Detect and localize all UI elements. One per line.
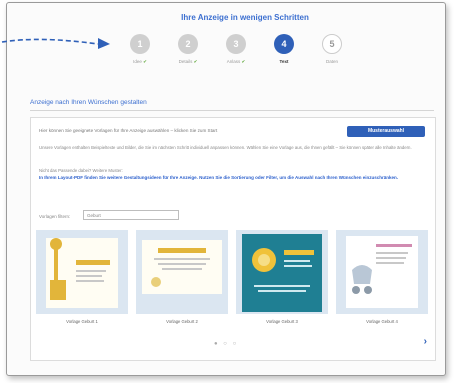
card-preview [336,230,428,314]
template-card[interactable]: Vorlage Geburt 2 [136,230,228,330]
step-label: Anlass [226,59,241,64]
pagination-dots[interactable]: ● ○ ○ [214,341,238,347]
divider [30,110,434,111]
step-label: Idee [133,59,142,64]
check-icon: ✔ [193,59,198,64]
step-number: 1 [130,34,150,54]
template-selection-button[interactable]: Musterauswahl [347,126,425,137]
step-label: Text [279,59,289,64]
card-label: Vorlage Geburt 2 [166,319,198,324]
step-3[interactable]: 3 Anlass ✔ [216,34,256,65]
card-label: Vorlage Geburt 3 [266,319,298,324]
check-icon: ✔ [143,59,147,64]
template-cards: Vorlage Geburt 1 Vorlage Geburt 2 Vorlag… [36,230,430,330]
step-label: Daten [325,59,338,64]
step-5[interactable]: 5 Daten [312,34,352,64]
dashed-arrow-decoration [1,38,110,49]
card-preview [36,230,128,314]
step-number: 4 [274,34,294,54]
template-card[interactable]: Vorlage Geburt 4 [336,230,428,330]
card-label: Vorlage Geburt 1 [66,319,98,324]
wizard-steps: 1 Idee ✔ 2 Details ✔ 3 Anlass ✔ 4 Text 5… [120,34,360,74]
panel-intro: Hier können Sie geeignete Vorlagen für I… [39,128,218,133]
section-title: Anzeige nach Ihren Wünschen gestalten [30,99,147,106]
card-preview [136,230,228,314]
step-number: 5 [322,34,342,54]
next-arrow-icon[interactable]: › [424,336,427,347]
step-4-active[interactable]: 4 Text [264,34,304,64]
more-templates-link[interactable]: In Ihrem Layout-PDF finden Sie weitere G… [39,175,429,182]
pram-card-image [346,236,418,308]
giraffe-card-image [46,238,118,308]
template-panel: Hier können Sie geeignete Vorlagen für I… [30,117,436,361]
step-2[interactable]: 2 Details ✔ [168,34,208,65]
filter-select[interactable]: Geburt [83,210,179,220]
wizard-title: Ihre Anzeige in wenigen Schritten [181,13,309,22]
panel-description: Unsere Vorlagen enthalten Beispieltexte … [39,145,412,150]
step-number: 2 [178,34,198,54]
card-preview [236,230,328,314]
check-icon: ✔ [241,59,246,64]
step-1[interactable]: 1 Idee ✔ [120,34,160,65]
step-label: Details [178,59,193,64]
filter-label: Vorlagen filtern: [39,214,71,219]
panel-question: Nicht das Passende dabei? Weitere Muster… [39,168,123,173]
yellow-card-image [142,240,222,294]
template-card[interactable]: Vorlage Geburt 3 [236,230,328,330]
lion-card-image [242,234,322,312]
card-label: Vorlage Geburt 4 [366,319,398,324]
step-number: 3 [226,34,246,54]
template-card[interactable]: Vorlage Geburt 1 [36,230,128,330]
